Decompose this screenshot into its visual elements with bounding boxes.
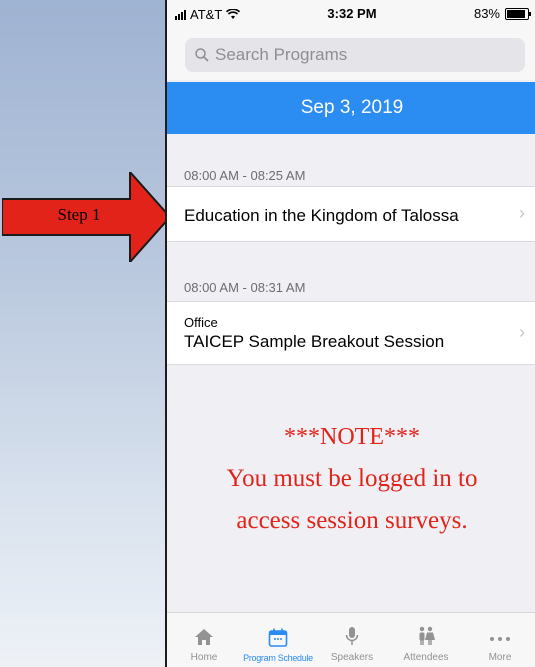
phone-screen: AT&T 3:32 PM 83% Search Programs Sep 3, …: [165, 0, 535, 667]
microphone-icon: [345, 627, 359, 645]
status-bar: AT&T 3:32 PM 83%: [167, 0, 535, 28]
tab-home[interactable]: Home: [167, 613, 241, 667]
session-row[interactable]: Office TAICEP Sample Breakout Session ›: [167, 301, 535, 365]
tab-attendees[interactable]: Attendees: [389, 613, 463, 667]
tab-label: Attendees: [403, 652, 449, 663]
tab-more[interactable]: More: [463, 613, 535, 667]
search-icon: [195, 48, 209, 62]
step-label: Step 1: [57, 205, 101, 224]
tab-speakers[interactable]: Speakers: [315, 613, 389, 667]
session-time: 08:00 AM - 08:31 AM: [184, 280, 306, 295]
session-location: Office: [184, 315, 218, 330]
tab-program-schedule[interactable]: Program Schedule: [241, 613, 315, 667]
search-input[interactable]: Search Programs: [185, 38, 525, 72]
battery-icon: [505, 7, 531, 20]
tab-label: More: [488, 652, 512, 663]
search-placeholder: Search Programs: [215, 45, 348, 64]
note-line-2: access session surveys.: [236, 507, 468, 534]
tab-label: Speakers: [330, 652, 374, 663]
calendar-icon: [268, 628, 288, 647]
tab-bar: Home Program Schedule Speakers Attendees…: [167, 612, 535, 667]
battery-percent: 83%: [473, 6, 500, 21]
session-title: TAICEP Sample Breakout Session: [184, 332, 445, 351]
slide-background: [0, 0, 160, 667]
chevron-right-icon: ›: [519, 203, 525, 223]
home-icon: [195, 629, 213, 645]
tab-label: Program Schedule: [243, 653, 313, 663]
note-heading: ***NOTE***: [284, 424, 420, 450]
more-icon: [490, 637, 510, 641]
session-time: 08:00 AM - 08:25 AM: [184, 168, 306, 183]
tab-label: Home: [190, 652, 218, 663]
date-header: Sep 3, 2019: [167, 82, 535, 134]
chevron-right-icon: ›: [519, 322, 525, 342]
session-title: Education in the Kingdom of Talossa: [184, 206, 459, 225]
people-icon: [419, 626, 435, 645]
session-row[interactable]: Education in the Kingdom of Talossa ›: [167, 186, 535, 242]
note-line-1: You must be logged in to: [226, 465, 478, 492]
